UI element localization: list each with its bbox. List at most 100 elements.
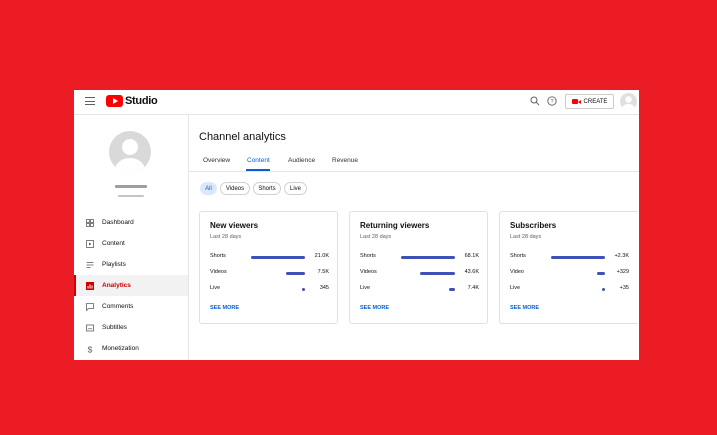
tab-revenue[interactable]: Revenue (332, 157, 358, 164)
svg-text:$: $ (88, 345, 93, 353)
see-more-link[interactable]: SEE MORE (360, 305, 389, 311)
sidebar-item-label: Subtitles (102, 324, 127, 331)
sidebar-item-playlists[interactable]: Playlists (74, 254, 188, 275)
sidebar-item-label: Comments (102, 303, 134, 310)
chip-videos[interactable]: Videos (220, 182, 250, 195)
stat-row: Shorts 68.1K (360, 253, 479, 261)
row-label: Shorts (210, 253, 226, 259)
card-subtitle: Last 28 days (360, 234, 392, 240)
analytics-tabs: Overview Content Audience Revenue (189, 155, 639, 172)
playlists-icon (86, 261, 94, 268)
subscribers-card: Subscribers Last 28 days Shorts +2.3K Vi… (499, 211, 638, 324)
subtitles-icon (86, 324, 94, 331)
channel-avatar[interactable] (109, 131, 151, 173)
comments-icon (86, 302, 94, 311)
top-bar: Studio ? CREATE (74, 90, 639, 115)
content-icon (86, 239, 94, 248)
sidebar-item-comments[interactable]: Comments (74, 296, 188, 317)
logo-text: Studio (125, 95, 158, 107)
sidebar-item-label: Dashboard (102, 219, 134, 226)
search-icon[interactable] (530, 96, 540, 106)
help-icon[interactable]: ? (547, 96, 557, 106)
monetization-icon: $ (88, 345, 93, 353)
row-label: Live (210, 285, 221, 291)
row-bar (551, 255, 605, 259)
youtube-logo-icon (106, 95, 123, 107)
see-more-link[interactable]: SEE MORE (510, 305, 539, 311)
row-bar (286, 271, 305, 275)
card-title: New viewers (210, 221, 259, 230)
card-title: Returning viewers (360, 221, 430, 230)
sidebar-item-content[interactable]: Content (74, 233, 188, 254)
sidebar-item-dashboard[interactable]: Dashboard (74, 212, 188, 233)
row-label: Live (360, 285, 371, 291)
row-label: Shorts (510, 253, 526, 259)
dashboard-icon (86, 218, 94, 227)
sidebar: Dashboard Content Playlists Analytics Co… (74, 115, 189, 360)
sidebar-item-label: Content (102, 240, 125, 247)
sidebar-item-label: Monetization (102, 345, 139, 352)
stat-row: Shorts +2.3K (510, 253, 629, 261)
youtube-studio-logo[interactable]: Studio (106, 95, 158, 107)
channel-handle-placeholder (118, 195, 144, 197)
row-bar (602, 287, 605, 291)
create-label: CREATE (583, 98, 608, 105)
row-bar (420, 271, 455, 275)
tab-overview[interactable]: Overview (203, 157, 230, 164)
row-bar (302, 287, 305, 291)
see-more-link[interactable]: SEE MORE (210, 305, 239, 311)
row-label: Live (510, 285, 521, 291)
row-bar (251, 255, 305, 259)
stat-row: Shorts 21.0K (210, 253, 329, 261)
main-content: Channel analytics Overview Content Audie… (189, 115, 639, 360)
stat-row: Live 345 (210, 285, 329, 293)
create-button[interactable]: CREATE (565, 94, 614, 109)
account-avatar-icon (622, 96, 635, 110)
chip-shorts[interactable]: Shorts (253, 182, 281, 195)
sidebar-item-label: Playlists (102, 261, 126, 268)
row-value: 7.4K (467, 285, 479, 291)
row-value: 7.5K (317, 269, 329, 275)
row-value: 21.0K (314, 253, 329, 259)
chip-live[interactable]: Live (284, 182, 307, 195)
row-value: 68.1K (464, 253, 479, 259)
card-subtitle: Last 28 days (210, 234, 242, 240)
stat-row: Videos 43.6K (360, 269, 479, 277)
row-value: +35 (619, 285, 629, 291)
card-title: Subscribers (510, 221, 557, 230)
card-subtitle: Last 28 days (510, 234, 542, 240)
row-value: 345 (319, 285, 329, 291)
stat-row: Video +329 (510, 269, 629, 277)
channel-name-placeholder (115, 185, 147, 188)
sidebar-item-subtitles[interactable]: Subtitles (74, 317, 188, 338)
account-avatar[interactable] (620, 93, 637, 110)
row-label: Videos (360, 269, 377, 275)
row-value: +2.3K (614, 253, 629, 259)
stat-row: Live 7.4K (360, 285, 479, 293)
stat-row: Videos 7.5K (210, 269, 329, 277)
row-bar (449, 287, 455, 291)
row-label: Shorts (360, 253, 376, 259)
stat-row: Live +35 (510, 285, 629, 293)
page-title: Channel analytics (199, 131, 286, 143)
row-value: +329 (616, 269, 629, 275)
sidebar-item-analytics[interactable]: Analytics (74, 275, 188, 296)
row-value: 43.6K (464, 269, 479, 275)
tab-content[interactable]: Content (247, 157, 270, 164)
row-bar (597, 271, 605, 275)
row-label: Video (510, 269, 524, 275)
active-tab-indicator (246, 169, 270, 171)
camera-icon (571, 99, 581, 104)
sidebar-item-label: Analytics (102, 282, 131, 289)
studio-window: Studio ? CREATE Dashboard Content Playli… (74, 90, 639, 360)
row-bar (401, 255, 455, 259)
row-label: Videos (210, 269, 227, 275)
svg-text:?: ? (550, 99, 553, 105)
new-viewers-card: New viewers Last 28 days Shorts 21.0K Vi… (199, 211, 338, 324)
sidebar-item-monetization[interactable]: $ Monetization (74, 338, 188, 359)
returning-viewers-card: Returning viewers Last 28 days Shorts 68… (349, 211, 488, 324)
tab-audience[interactable]: Audience (288, 157, 315, 164)
menu-icon[interactable] (85, 97, 95, 105)
analytics-icon (86, 281, 94, 290)
chip-all[interactable]: All (200, 182, 217, 195)
